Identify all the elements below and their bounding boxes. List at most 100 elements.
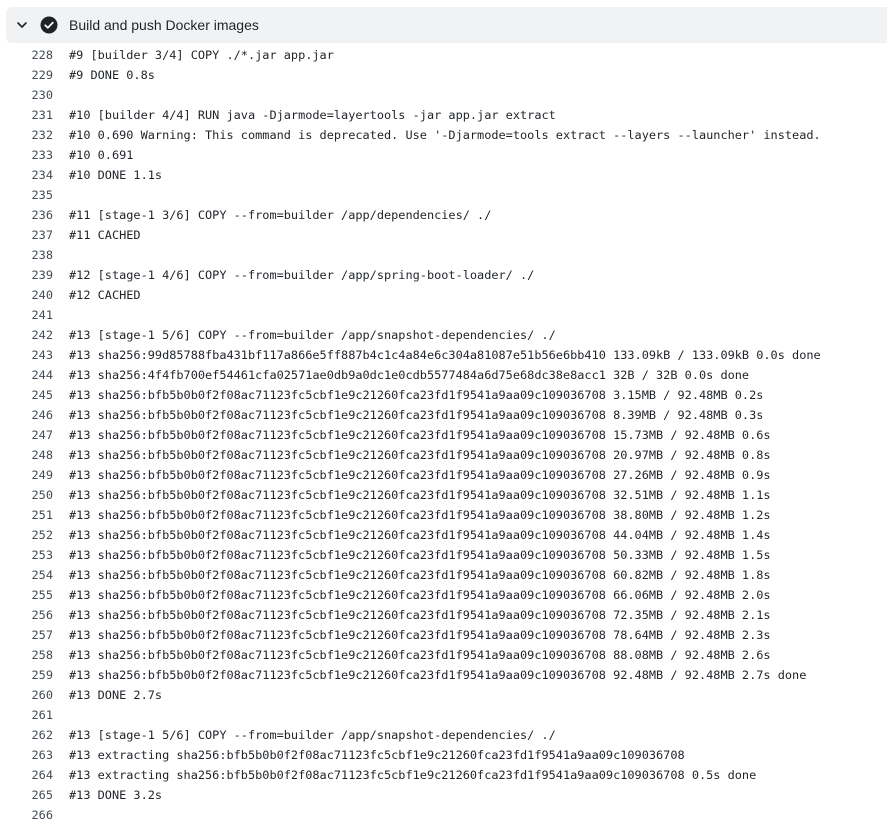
log-line: 265 #13 DONE 3.2s bbox=[0, 785, 887, 805]
log-line-text: #11 [stage-1 3/6] COPY --from=builder /a… bbox=[69, 208, 492, 222]
line-number[interactable]: 238 bbox=[0, 245, 53, 265]
log-line-text: #13 sha256:bfb5b0b0f2f08ac71123fc5cbf1e9… bbox=[69, 568, 771, 582]
log-output: 228 #9 [builder 3/4] COPY ./*.jar app.jar… bbox=[0, 45, 887, 825]
line-number[interactable]: 241 bbox=[0, 305, 53, 325]
log-line: 259 #13 sha256:bfb5b0b0f2f08ac71123fc5cbf… bbox=[0, 665, 887, 685]
log-line-text: #9 [builder 3/4] COPY ./*.jar app.jar bbox=[69, 48, 334, 62]
line-number[interactable]: 257 bbox=[0, 625, 53, 645]
line-number[interactable]: 231 bbox=[0, 105, 53, 125]
log-line-text: #13 [stage-1 5/6] COPY --from=builder /a… bbox=[69, 328, 556, 342]
line-number[interactable]: 264 bbox=[0, 765, 53, 785]
log-line: 255 #13 sha256:bfb5b0b0f2f08ac71123fc5cbf… bbox=[0, 585, 887, 605]
line-number[interactable]: 266 bbox=[0, 805, 53, 825]
log-line: 247 #13 sha256:bfb5b0b0f2f08ac71123fc5cbf… bbox=[0, 425, 887, 445]
log-line: 256 #13 sha256:bfb5b0b0f2f08ac71123fc5cbf… bbox=[0, 605, 887, 625]
log-line: 250 #13 sha256:bfb5b0b0f2f08ac71123fc5cbf… bbox=[0, 485, 887, 505]
log-line-text: #13 DONE 2.7s bbox=[69, 688, 163, 702]
line-number[interactable]: 248 bbox=[0, 445, 53, 465]
line-number[interactable]: 253 bbox=[0, 545, 53, 565]
log-line: 252 #13 sha256:bfb5b0b0f2f08ac71123fc5cbf… bbox=[0, 525, 887, 545]
log-line-text: #13 sha256:bfb5b0b0f2f08ac71123fc5cbf1e9… bbox=[69, 508, 771, 522]
line-number[interactable]: 247 bbox=[0, 425, 53, 445]
line-number[interactable]: 250 bbox=[0, 485, 53, 505]
log-line: 238 bbox=[0, 245, 887, 265]
line-number[interactable]: 249 bbox=[0, 465, 53, 485]
line-number[interactable]: 240 bbox=[0, 285, 53, 305]
line-number[interactable]: 233 bbox=[0, 145, 53, 165]
line-number[interactable]: 262 bbox=[0, 725, 53, 745]
log-line-text: #13 sha256:bfb5b0b0f2f08ac71123fc5cbf1e9… bbox=[69, 548, 771, 562]
line-number[interactable]: 230 bbox=[0, 85, 53, 105]
line-number[interactable]: 244 bbox=[0, 365, 53, 385]
line-number[interactable]: 232 bbox=[0, 125, 53, 145]
step-header-build-and-push[interactable]: Build and push Docker images bbox=[6, 7, 887, 43]
line-number[interactable]: 261 bbox=[0, 705, 53, 725]
log-line: 237 #11 CACHED bbox=[0, 225, 887, 245]
log-line-text: #13 sha256:bfb5b0b0f2f08ac71123fc5cbf1e9… bbox=[69, 388, 764, 402]
line-number[interactable]: 246 bbox=[0, 405, 53, 425]
log-line: 230 bbox=[0, 85, 887, 105]
log-line-text: #13 sha256:bfb5b0b0f2f08ac71123fc5cbf1e9… bbox=[69, 648, 771, 662]
log-line: 248 #13 sha256:bfb5b0b0f2f08ac71123fc5cbf… bbox=[0, 445, 887, 465]
line-number[interactable]: 260 bbox=[0, 685, 53, 705]
log-line-text: #13 sha256:4f4fb700ef54461cfa02571ae0db9… bbox=[69, 368, 750, 382]
log-line: 232 #10 0.690 Warning: This command is de… bbox=[0, 125, 887, 145]
log-line: 249 #13 sha256:bfb5b0b0f2f08ac71123fc5cbf… bbox=[0, 465, 887, 485]
line-number[interactable]: 259 bbox=[0, 665, 53, 685]
log-line-text: #13 [stage-1 5/6] COPY --from=builder /a… bbox=[69, 728, 556, 742]
chevron-down-icon[interactable] bbox=[16, 19, 28, 31]
log-line: 242 #13 [stage-1 5/6] COPY --from=builder… bbox=[0, 325, 887, 345]
log-line-text: #10 DONE 1.1s bbox=[69, 168, 163, 182]
line-number[interactable]: 255 bbox=[0, 585, 53, 605]
log-line: 264 #13 extracting sha256:bfb5b0b0f2f08ac… bbox=[0, 765, 887, 785]
log-line: 246 #13 sha256:bfb5b0b0f2f08ac71123fc5cbf… bbox=[0, 405, 887, 425]
log-line: 251 #13 sha256:bfb5b0b0f2f08ac71123fc5cbf… bbox=[0, 505, 887, 525]
line-number[interactable]: 252 bbox=[0, 525, 53, 545]
line-number[interactable]: 243 bbox=[0, 345, 53, 365]
line-number[interactable]: 265 bbox=[0, 785, 53, 805]
log-line: 228 #9 [builder 3/4] COPY ./*.jar app.jar bbox=[0, 45, 887, 65]
line-number[interactable]: 236 bbox=[0, 205, 53, 225]
log-line-text: #9 DONE 0.8s bbox=[69, 68, 155, 82]
line-number[interactable]: 242 bbox=[0, 325, 53, 345]
log-line: 260 #13 DONE 2.7s bbox=[0, 685, 887, 705]
log-line-text: #13 sha256:bfb5b0b0f2f08ac71123fc5cbf1e9… bbox=[69, 668, 807, 682]
log-line: 263 #13 extracting sha256:bfb5b0b0f2f08ac… bbox=[0, 745, 887, 765]
log-line-text: #13 sha256:bfb5b0b0f2f08ac71123fc5cbf1e9… bbox=[69, 528, 771, 542]
line-number[interactable]: 235 bbox=[0, 185, 53, 205]
line-number[interactable]: 234 bbox=[0, 165, 53, 185]
log-line-text: #10 0.690 Warning: This command is depre… bbox=[69, 128, 821, 142]
log-line: 245 #13 sha256:bfb5b0b0f2f08ac71123fc5cbf… bbox=[0, 385, 887, 405]
line-number[interactable]: 251 bbox=[0, 505, 53, 525]
line-number[interactable]: 263 bbox=[0, 745, 53, 765]
log-line-text: #12 CACHED bbox=[69, 288, 141, 302]
check-circle-fill-icon bbox=[40, 16, 58, 34]
log-line: 241 bbox=[0, 305, 887, 325]
log-line: 244 #13 sha256:4f4fb700ef54461cfa02571ae0… bbox=[0, 365, 887, 385]
line-number[interactable]: 237 bbox=[0, 225, 53, 245]
line-number[interactable]: 229 bbox=[0, 65, 53, 85]
log-line: 262 #13 [stage-1 5/6] COPY --from=builder… bbox=[0, 725, 887, 745]
line-number[interactable]: 256 bbox=[0, 605, 53, 625]
log-line: 254 #13 sha256:bfb5b0b0f2f08ac71123fc5cbf… bbox=[0, 565, 887, 585]
log-line-text: #12 [stage-1 4/6] COPY --from=builder /a… bbox=[69, 268, 535, 282]
line-number[interactable]: 254 bbox=[0, 565, 53, 585]
line-number[interactable]: 258 bbox=[0, 645, 53, 665]
line-number[interactable]: 228 bbox=[0, 45, 53, 65]
line-number[interactable]: 239 bbox=[0, 265, 53, 285]
log-line: 239 #12 [stage-1 4/6] COPY --from=builder… bbox=[0, 265, 887, 285]
step-title: Build and push Docker images bbox=[69, 17, 259, 33]
log-line: 233 #10 0.691 bbox=[0, 145, 887, 165]
log-line-text: #10 [builder 4/4] RUN java -Djarmode=lay… bbox=[69, 108, 556, 122]
line-number[interactable]: 245 bbox=[0, 385, 53, 405]
log-line: 235 bbox=[0, 185, 887, 205]
log-line-text: #13 sha256:bfb5b0b0f2f08ac71123fc5cbf1e9… bbox=[69, 468, 771, 482]
log-line-text: #13 extracting sha256:bfb5b0b0f2f08ac711… bbox=[69, 748, 685, 762]
log-line-text: #13 sha256:bfb5b0b0f2f08ac71123fc5cbf1e9… bbox=[69, 628, 771, 642]
log-line: 253 #13 sha256:bfb5b0b0f2f08ac71123fc5cbf… bbox=[0, 545, 887, 565]
log-line-text: #10 0.691 bbox=[69, 148, 134, 162]
log-line: 258 #13 sha256:bfb5b0b0f2f08ac71123fc5cbf… bbox=[0, 645, 887, 665]
log-line: 261 bbox=[0, 705, 887, 725]
log-line: 266 bbox=[0, 805, 887, 825]
log-line: 231 #10 [builder 4/4] RUN java -Djarmode=… bbox=[0, 105, 887, 125]
